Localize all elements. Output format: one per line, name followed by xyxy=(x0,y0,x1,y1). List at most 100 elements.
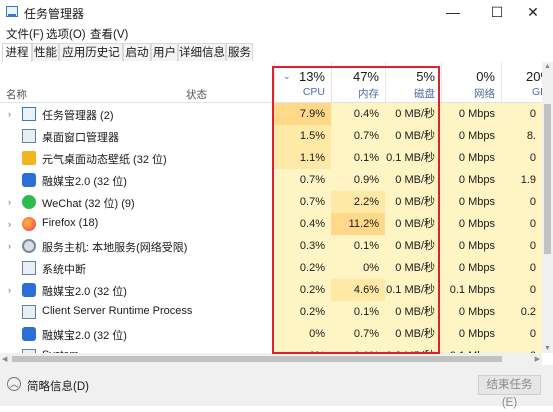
memory-cell: 0.1% xyxy=(331,301,385,323)
disk-column-header[interactable]: 5% 磁盘 xyxy=(385,62,441,102)
disk-cell: 0.2 MB/秒 xyxy=(385,345,441,353)
expand-chevron-icon[interactable]: › xyxy=(8,109,11,119)
horizontal-scrollbar[interactable]: ◀ ▶ xyxy=(0,353,542,365)
expand-chevron-icon[interactable]: › xyxy=(8,219,11,229)
network-cell: 0 Mbps xyxy=(441,125,501,147)
cpu-cell: 1.1% xyxy=(274,147,331,169)
network-cell: 0.1 Mbps xyxy=(441,345,501,353)
horizontal-scroll-thumb[interactable] xyxy=(12,356,502,362)
table-row[interactable]: 桌面窗口管理器 1.5% 0.7% 0 MB/秒 0 Mbps 8. xyxy=(0,125,542,147)
table-row[interactable]: 融媒宝2.0 (32 位) 0.7% 0.9% 0 MB/秒 0 Mbps 1.9 xyxy=(0,169,542,191)
network-cell: 0 Mbps xyxy=(441,147,501,169)
tab-startup[interactable]: 启动 xyxy=(123,43,151,61)
task-manager-icon xyxy=(22,107,36,121)
process-name: 系统中断 xyxy=(42,264,86,276)
gpu-cell: 0 xyxy=(501,213,542,235)
end-task-button[interactable]: 结束任务(E) xyxy=(478,375,541,409)
status-column-header[interactable]: 状态 xyxy=(186,87,207,102)
scroll-right-icon[interactable]: ▶ xyxy=(535,355,540,363)
tab-performance[interactable]: 性能 xyxy=(32,43,59,61)
expand-chevron-icon[interactable]: › xyxy=(8,197,11,207)
disk-total: 5% xyxy=(416,69,435,84)
gpu-cell: 0 xyxy=(501,147,542,169)
tab-bar: 进程 性能 应用历史记录 启动 用户 详细信息 服务 xyxy=(0,42,553,77)
table-row[interactable]: › 服务主机: 本地服务(网络受限) 0.3% 0.1% 0 MB/秒 0 Mbps 0 xyxy=(0,235,542,257)
process-name: 融媒宝2.0 (32 位) xyxy=(42,176,127,188)
gpu-cell: 0 xyxy=(501,235,542,257)
tab-app-history[interactable]: 应用历史记录 xyxy=(59,43,123,77)
tab-users[interactable]: 用户 xyxy=(151,43,178,61)
vertical-scroll-thumb[interactable] xyxy=(544,104,551,254)
service-host-icon xyxy=(22,239,36,253)
collapse-up-icon[interactable]: ︿ xyxy=(7,377,21,391)
table-row[interactable]: › 融媒宝2.0 (32 位) 0.2% 4.6% 0.1 MB/秒 0.1 Mbps 0 xyxy=(0,279,542,301)
cpu-cell: 7.9% xyxy=(274,103,331,125)
gpu-cell: 8. xyxy=(501,125,542,147)
network-cell: 0 Mbps xyxy=(441,169,501,191)
table-row[interactable]: Client Server Runtime Process 0.2% 0.1% 0 M… xyxy=(0,301,542,323)
gpu-cell: 0 xyxy=(501,323,542,345)
table-row[interactable]: › WeChat (32 位) (9) 0.7% 2.2% 0 MB/秒 0 Mbps 0 xyxy=(0,191,542,213)
process-name: 融媒宝2.0 (32 位) xyxy=(42,286,127,298)
sort-down-icon: ⌄ xyxy=(283,71,291,81)
network-cell: 0.1 Mbps xyxy=(441,279,501,301)
vertical-scrollbar[interactable]: ▲ ▼ xyxy=(542,62,553,353)
cpu-cell: 0.2% xyxy=(274,257,331,279)
firefox-icon xyxy=(22,217,36,231)
cpu-cell: 0.4% xyxy=(274,213,331,235)
scroll-up-icon[interactable]: ▲ xyxy=(544,63,551,70)
name-column-header[interactable]: 名称 xyxy=(6,87,27,102)
disk-cell: 0 MB/秒 xyxy=(385,257,441,279)
table-row[interactable]: ›System0%0.1%0.2 MB/秒0.1 Mbps0 xyxy=(0,345,542,353)
table-row[interactable]: › Firefox (18) 0.4% 11.2% 0 MB/秒 0 Mbps 0 xyxy=(0,213,542,235)
tab-processes[interactable]: 进程 xyxy=(2,43,32,63)
gpu-cell: 0 xyxy=(501,257,542,279)
menu-options[interactable]: 选项(O) xyxy=(46,26,86,42)
cpu-cell: 1.5% xyxy=(274,125,331,147)
tab-details[interactable]: 详细信息 xyxy=(178,43,226,61)
window-icon xyxy=(22,261,36,275)
network-cell: 0 Mbps xyxy=(441,301,501,323)
wallpaper-icon xyxy=(22,151,36,165)
network-cell: 0 Mbps xyxy=(441,235,501,257)
table-row[interactable]: 融媒宝2.0 (32 位) 0% 0.7% 0 MB/秒 0 Mbps 0 xyxy=(0,323,542,345)
disk-cell: 0 MB/秒 xyxy=(385,301,441,323)
cpu-cell: 0% xyxy=(274,323,331,345)
close-button[interactable]: ✕ xyxy=(513,0,553,24)
process-name: 融媒宝2.0 (32 位) xyxy=(42,330,127,342)
cpu-column-header[interactable]: ⌄ 13% CPU xyxy=(274,62,331,102)
gpu-cell: 1.9 xyxy=(501,169,542,191)
wechat-icon xyxy=(22,195,36,209)
menu-file[interactable]: 文件(F) xyxy=(6,26,44,42)
table-row[interactable]: 元气桌面动态壁纸 (32 位) 1.1% 0.1% 0.1 MB/秒 0 Mbps 0 xyxy=(0,147,542,169)
cpu-total: 13% xyxy=(298,69,325,84)
table-row[interactable]: › 任务管理器 (2) 7.9% 0.4% 0 MB/秒 0 Mbps 0 xyxy=(0,103,542,125)
menu-view[interactable]: 查看(V) xyxy=(90,26,128,42)
gpu-cell: 0 xyxy=(501,345,542,353)
gpu-cell: 0 xyxy=(501,103,542,125)
memory-label: 内存 xyxy=(358,88,379,100)
fewer-details-link[interactable]: 简略信息(D) xyxy=(27,378,89,394)
memory-cell: 4.6% xyxy=(331,279,385,301)
memory-cell: 11.2% xyxy=(331,213,385,235)
gpu-cell: 0 xyxy=(501,279,542,301)
expand-chevron-icon[interactable]: › xyxy=(8,241,11,251)
cpu-cell: 0.2% xyxy=(274,301,331,323)
memory-cell: 0.1% xyxy=(331,147,385,169)
cpu-label: CPU xyxy=(302,86,325,98)
scroll-left-icon[interactable]: ◀ xyxy=(2,355,7,363)
window-icon xyxy=(22,305,36,319)
minimize-button[interactable]: — xyxy=(433,0,473,24)
tab-services[interactable]: 服务 xyxy=(226,43,253,61)
network-column-header[interactable]: 0% 网络 xyxy=(441,62,501,102)
disk-cell: 0.1 MB/秒 xyxy=(385,147,441,169)
table-row[interactable]: 系统中断 0.2% 0% 0 MB/秒 0 Mbps 0 xyxy=(0,257,542,279)
scroll-down-icon[interactable]: ▼ xyxy=(544,345,551,352)
expand-chevron-icon[interactable]: › xyxy=(8,285,11,295)
cpu-cell: 0.2% xyxy=(274,279,331,301)
disk-cell: 0 MB/秒 xyxy=(385,125,441,147)
cpu-cell: 0.7% xyxy=(274,169,331,191)
process-name: 服务主机: 本地服务(网络受限) xyxy=(42,242,188,254)
maximize-button[interactable]: ☐ xyxy=(477,0,517,24)
memory-column-header[interactable]: 47% 内存 xyxy=(331,62,385,102)
